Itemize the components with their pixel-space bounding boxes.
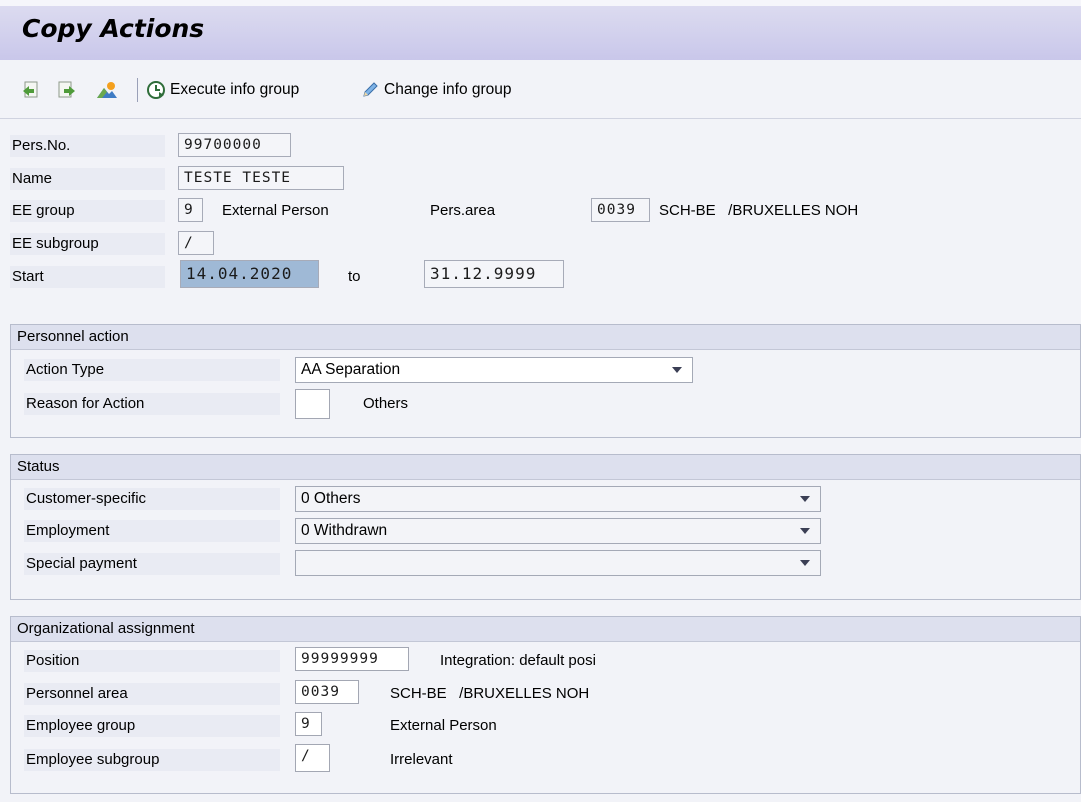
personnel-area-label: Personnel area: [24, 683, 280, 705]
page-title: Copy Actions: [22, 14, 205, 43]
execute-info-group-button[interactable]: Execute info group: [146, 77, 299, 103]
pers-no-label: Pers.No.: [10, 135, 165, 157]
employee-group-text: External Person: [390, 717, 497, 734]
ee-group-label: EE group: [10, 200, 165, 222]
position-text: Integration: default posi: [440, 652, 596, 669]
start-date-field[interactable]: 14.04.2020: [180, 260, 319, 288]
change-info-group-button[interactable]: Change info group: [360, 77, 512, 103]
toolbar-separator: [137, 78, 138, 102]
chevron-down-icon: [800, 496, 810, 502]
previous-record-icon[interactable]: [22, 80, 42, 100]
position-label: Position: [24, 650, 280, 672]
employment-value: 0 Withdrawn: [301, 522, 388, 539]
reason-label: Reason for Action: [24, 393, 280, 415]
ee-subgroup-field[interactable]: /: [178, 231, 214, 255]
employment-dropdown[interactable]: 0 Withdrawn: [295, 518, 821, 544]
reason-field[interactable]: [295, 389, 330, 419]
special-payment-dropdown[interactable]: [295, 550, 821, 576]
change-info-group-label: Change info group: [384, 81, 512, 98]
pers-area-field[interactable]: 0039: [591, 198, 650, 222]
customer-specific-dropdown[interactable]: 0 Others: [295, 486, 821, 512]
to-label: to: [348, 268, 361, 285]
employment-label: Employment: [24, 520, 280, 542]
position-field[interactable]: 99999999: [295, 647, 409, 671]
next-record-icon[interactable]: [56, 80, 76, 100]
action-type-value: AA Separation: [301, 361, 401, 378]
mountain-image-icon[interactable]: [96, 80, 117, 100]
ee-group-text: External Person: [222, 202, 329, 219]
pencil-icon: [363, 82, 378, 97]
status-title: Status: [11, 455, 1080, 480]
personnel-area-field[interactable]: 0039: [295, 680, 359, 704]
pers-area-text: SCH-BE /BRUXELLES NOH: [659, 202, 859, 219]
action-type-label: Action Type: [24, 359, 280, 381]
name-field[interactable]: TESTE TESTE: [178, 166, 344, 190]
personnel-action-title: Personnel action: [11, 325, 1080, 350]
personnel-area-text: SCH-BE /BRUXELLES NOH: [390, 685, 590, 702]
customer-specific-label: Customer-specific: [24, 488, 280, 510]
org-assignment-title: Organizational assignment: [11, 617, 1080, 642]
employee-subgroup-text: Irrelevant: [390, 751, 453, 768]
chevron-down-icon: [672, 367, 682, 373]
reason-text: Others: [363, 395, 409, 412]
customer-specific-value: 0 Others: [301, 490, 361, 507]
employee-group-label: Employee group: [24, 715, 280, 737]
action-type-dropdown[interactable]: AA Separation: [295, 357, 693, 383]
employee-subgroup-label: Employee subgroup: [24, 749, 280, 771]
employee-group-field[interactable]: 9: [295, 712, 322, 736]
special-payment-label: Special payment: [24, 553, 280, 575]
ee-subgroup-label: EE subgroup: [10, 233, 165, 255]
execute-info-group-label: Execute info group: [170, 81, 300, 98]
employee-subgroup-field[interactable]: /: [295, 744, 330, 772]
name-label: Name: [10, 168, 165, 190]
ee-group-field[interactable]: 9: [178, 198, 203, 222]
execute-icon: [147, 81, 165, 99]
end-date-field[interactable]: 31.12.9999: [424, 260, 564, 288]
pers-no-field[interactable]: 99700000: [178, 133, 291, 157]
chevron-down-icon: [800, 528, 810, 534]
start-label: Start: [10, 266, 165, 288]
pers-area-label: Pers.area: [430, 202, 496, 219]
chevron-down-icon: [800, 560, 810, 566]
